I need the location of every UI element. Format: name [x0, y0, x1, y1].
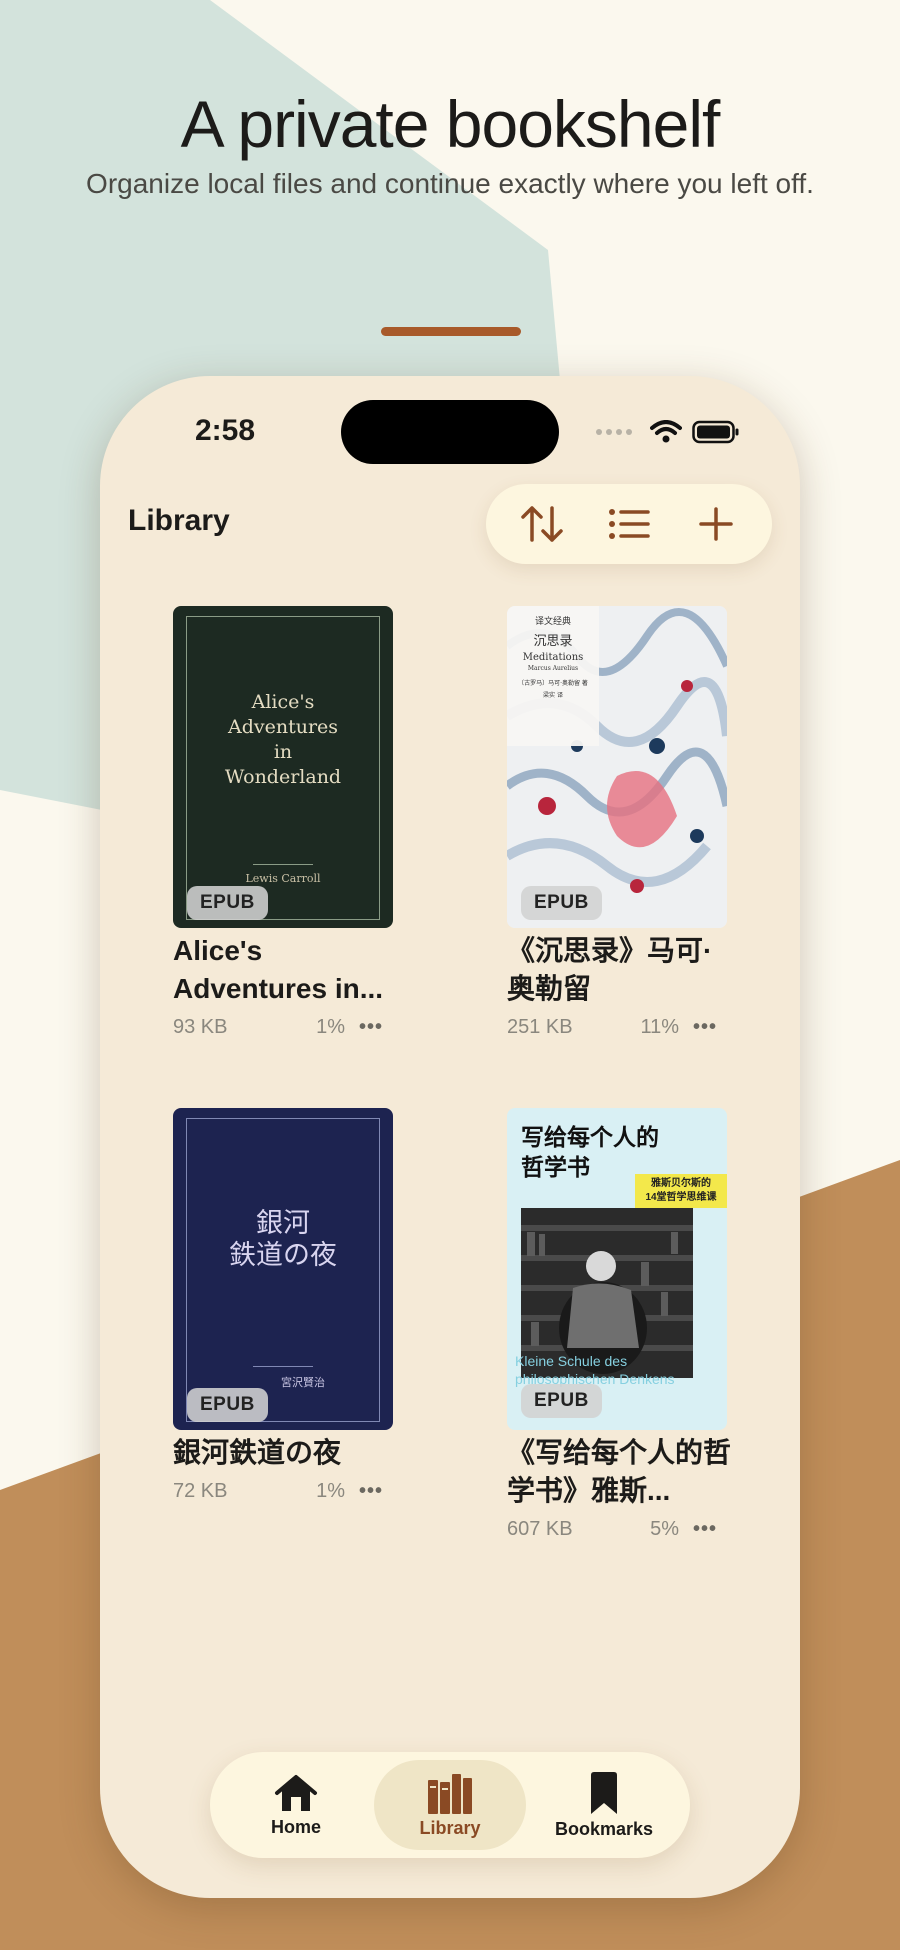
reading-progress: 11% [640, 1016, 679, 1038]
more-options-button[interactable]: ••• [359, 1016, 383, 1039]
status-time: 2:58 [195, 414, 256, 447]
format-badge: EPUB [187, 886, 268, 920]
cover-series: 译文经典 [534, 617, 571, 627]
book-card[interactable]: Alice's Adventures in Wonderland Lewis C… [173, 606, 393, 1039]
cover-title-line: Alice's [251, 691, 315, 713]
book-cover[interactable]: 译文经典 沉思录 Meditations Marcus Aurelius 〔古罗… [507, 606, 727, 928]
book-cover[interactable]: 写给每个人的 哲学书 雅斯贝尔斯的 14堂哲学思维课 Kleine Schule… [507, 1108, 727, 1430]
file-size: 607 KB [507, 1518, 573, 1540]
reading-progress: 1% [316, 1016, 345, 1038]
cover-title-line: Adventures [227, 716, 339, 738]
cellular-signal-icon [596, 429, 632, 435]
more-options-button[interactable]: ••• [693, 1518, 717, 1541]
tab-library[interactable]: Library [374, 1760, 526, 1850]
cover-subtitle: Meditations [522, 652, 584, 663]
book-cover[interactable]: Alice's Adventures in Wonderland Lewis C… [173, 606, 393, 928]
cover-german-title: Kleine Schule des philosophischen Denken… [515, 1352, 675, 1388]
more-options-button[interactable]: ••• [359, 1480, 383, 1503]
reading-progress: 1% [316, 1480, 345, 1502]
book-meta: 607 KB 5% ••• [507, 1518, 727, 1541]
cover-title: Alice's Adventures in Wonderland [173, 690, 393, 790]
cover-tag-line: 雅斯贝尔斯的 [651, 1178, 711, 1189]
file-size: 251 KB [507, 1016, 573, 1038]
book-meta: 93 KB 1% ••• [173, 1016, 393, 1039]
cover-author: 〔古罗马〕马可·奥勒留 著 [518, 680, 588, 687]
book-card[interactable]: 译文经典 沉思录 Meditations Marcus Aurelius 〔古罗… [507, 606, 727, 1039]
book-meta: 251 KB 11% ••• [507, 1016, 727, 1039]
cover-title: 写给每个人的 哲学书 [521, 1122, 659, 1182]
book-cover[interactable]: 銀河 鉄道の夜 宮沢賢治 EPUB [173, 1108, 393, 1430]
status-icons [596, 420, 740, 444]
cover-title: 沉思录 [533, 634, 573, 649]
plus-icon [699, 507, 734, 541]
tab-bookmarks[interactable]: Bookmarks [528, 1760, 680, 1850]
format-badge: EPUB [187, 1388, 268, 1422]
phone-frame: 2:58 Library Alice's Adventures in Wonde… [100, 376, 800, 1898]
sort-arrows-icon [520, 506, 563, 542]
cover-title-line: 写给每个人的 [521, 1124, 659, 1150]
tab-bar: Home Library Bookmarks [210, 1752, 690, 1858]
format-badge: EPUB [521, 1384, 602, 1418]
promo-headline: A private bookshelf [180, 87, 721, 161]
file-size: 72 KB [173, 1480, 228, 1502]
format-badge: EPUB [521, 886, 602, 920]
book-meta: 72 KB 1% ••• [173, 1480, 393, 1503]
cover-latin-author: Marcus Aurelius [527, 665, 579, 672]
books-icon [428, 1773, 472, 1814]
battery-icon [692, 420, 739, 444]
cover-title-line: in [273, 741, 293, 763]
list-view-button[interactable] [599, 494, 659, 554]
tab-label: Bookmarks [554, 1818, 654, 1839]
cover-title-line: 銀河 [256, 1208, 310, 1239]
list-view-icon [608, 509, 650, 539]
book-title: Alice's Adventures in... [173, 935, 384, 1004]
cover-rule [253, 1366, 313, 1367]
dynamic-island [341, 400, 559, 464]
cover-german-line: Kleine Schule des [515, 1353, 628, 1369]
bookmark-icon [591, 1771, 617, 1814]
tab-label: Library [419, 1817, 481, 1838]
cover-tag-line: 14堂哲学思维课 [645, 1192, 717, 1203]
cover-text-block: 译文经典 沉思录 Meditations Marcus Aurelius 〔古罗… [507, 614, 599, 699]
page-title: Library [128, 504, 230, 537]
house-icon [275, 1774, 317, 1811]
cover-title-line: Wonderland [224, 766, 342, 788]
book-title: 銀河鉄道の夜 [173, 1437, 342, 1468]
sort-button[interactable] [512, 494, 572, 554]
reading-progress: 5% [650, 1518, 679, 1540]
more-options-button[interactable]: ••• [693, 1016, 717, 1039]
tab-home[interactable]: Home [220, 1760, 372, 1850]
book-card[interactable]: 写给每个人的 哲学书 雅斯贝尔斯的 14堂哲学思维课 Kleine Schule… [507, 1108, 731, 1541]
cover-title: 銀河 鉄道の夜 [173, 1208, 393, 1272]
cover-rule [253, 864, 313, 865]
cover-translator: 梁实 译 [543, 692, 563, 699]
decorative-bar [381, 327, 521, 336]
file-size: 93 KB [173, 1016, 228, 1038]
wifi-icon [650, 420, 682, 443]
cover-title-line: 鉄道の夜 [229, 1240, 337, 1271]
book-card[interactable]: 銀河 鉄道の夜 宮沢賢治 EPUB 銀河鉄道の夜 72 KB 1% ••• [173, 1108, 393, 1503]
add-book-button[interactable] [686, 494, 746, 554]
cover-tag: 雅斯贝尔斯的 14堂哲学思维课 [635, 1174, 727, 1208]
cover-author: Lewis Carroll [245, 872, 321, 885]
promo-subline: Organize local files and continue exactl… [86, 168, 814, 199]
library-toolbar [486, 484, 772, 564]
tab-label: Home [270, 1816, 321, 1837]
book-title: 《沉思录》马可·奥勒留 [507, 935, 713, 1004]
book-title: 《写给每个人的哲学书》雅斯... [507, 1437, 732, 1506]
